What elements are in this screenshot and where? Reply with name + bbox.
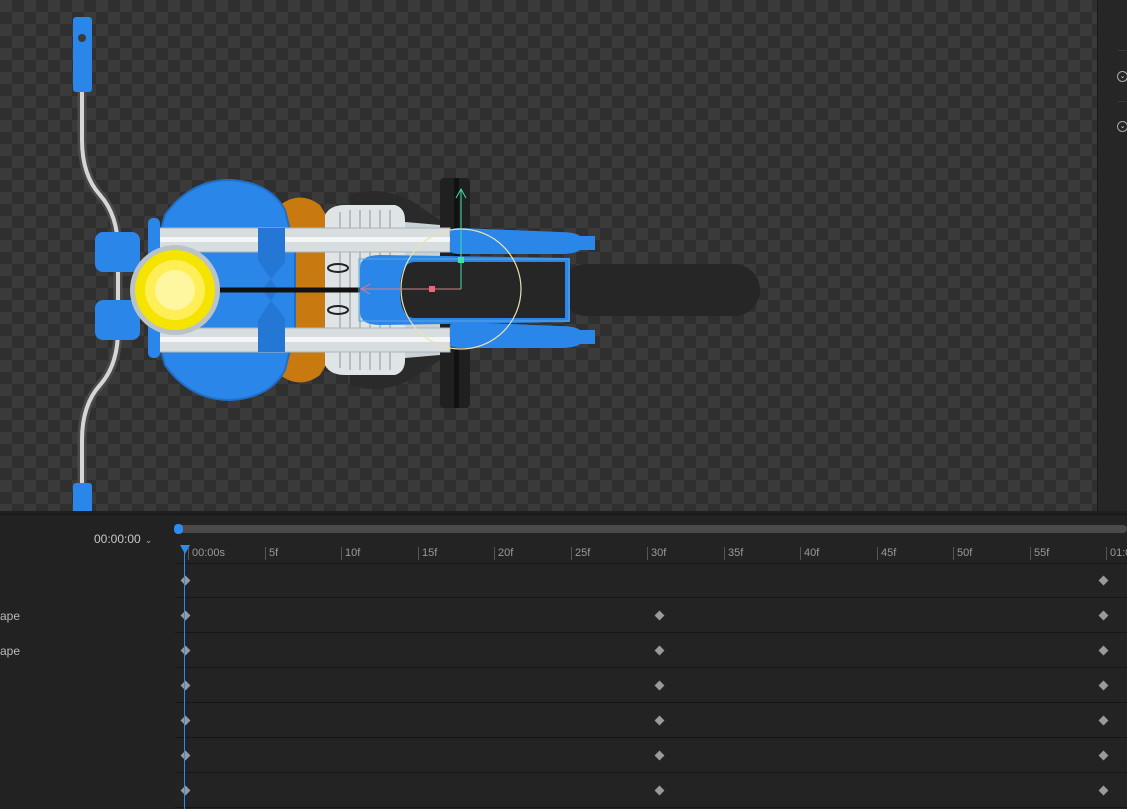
properties-panel: ⌄ ⌄ — [1097, 0, 1127, 511]
keyframe-diamond[interactable] — [1098, 575, 1108, 586]
pivot-handle — [429, 286, 435, 292]
keyframe-tracks[interactable] — [175, 563, 1127, 809]
timeline-panel: 00:00:00 ⌄ ape ape 00:00s 5f 10f 15f 20f … — [0, 514, 1127, 809]
artboard-canvas[interactable] — [0, 0, 1097, 511]
keyframe-diamond[interactable] — [180, 680, 190, 691]
track-row[interactable] — [175, 563, 1127, 598]
ruler-tick: 20f — [494, 547, 513, 560]
track-row[interactable] — [175, 668, 1127, 703]
track-row[interactable] — [175, 773, 1127, 808]
ruler-tick: 10f — [341, 547, 360, 560]
ruler-tick: 45f — [877, 547, 896, 560]
keyframe-diamond[interactable] — [654, 645, 665, 656]
playhead[interactable] — [184, 547, 185, 809]
ruler-tick: 25f — [571, 547, 590, 560]
track-row[interactable] — [175, 598, 1127, 633]
motorcycle-illustration[interactable] — [0, 0, 1097, 511]
ruler-tick: 5f — [265, 547, 278, 560]
playhead-handle[interactable] — [180, 545, 190, 554]
layer-name-3[interactable]: ape — [0, 644, 20, 658]
left-grip — [73, 17, 92, 92]
keyframe-diamond[interactable] — [1098, 750, 1108, 761]
keyframe-diamond[interactable] — [654, 750, 665, 761]
keyframe-diamond[interactable] — [180, 785, 190, 796]
keyframe-diamond[interactable] — [654, 680, 665, 691]
ruler-tick: 01:0 — [1106, 547, 1127, 560]
ruler-tick: 30f — [647, 547, 666, 560]
anchor-handle — [458, 257, 464, 263]
panel-divider — [1118, 101, 1127, 102]
keyframe-diamond[interactable] — [180, 750, 190, 761]
keyframe-diamond[interactable] — [180, 575, 190, 586]
keyframe-diamond[interactable] — [180, 645, 190, 656]
ruler-tick: 50f — [953, 547, 972, 560]
chevron-down-icon: ⌄ — [144, 535, 153, 545]
keyframe-diamond[interactable] — [1098, 785, 1108, 796]
layer-list: 00:00:00 ⌄ ape ape — [0, 515, 175, 809]
keyframe-diamond[interactable] — [654, 610, 665, 621]
track-row[interactable] — [175, 738, 1127, 773]
scrub-knob[interactable] — [174, 524, 183, 534]
panel-divider — [1118, 50, 1127, 51]
current-time-dropdown[interactable]: 00:00:00 ⌄ — [94, 532, 152, 546]
rear-tire — [560, 264, 760, 316]
right-grip — [73, 483, 92, 511]
time-ruler[interactable]: 00:00s 5f 10f 15f 20f 25f 30f 35f 40f 45… — [175, 543, 1127, 564]
ruler-tick: 55f — [1030, 547, 1049, 560]
keyframe-diamond[interactable] — [1098, 680, 1108, 691]
track-row[interactable] — [175, 703, 1127, 738]
keyframe-diamond[interactable] — [1098, 715, 1108, 726]
current-time: 00:00:00 — [94, 532, 141, 546]
keyframe-diamond[interactable] — [1098, 645, 1108, 656]
ruler-tick: 15f — [418, 547, 437, 560]
track-row[interactable] — [175, 633, 1127, 668]
ruler-tick: 00:00s — [188, 547, 225, 560]
keyframe-diamond[interactable] — [1098, 610, 1108, 621]
keyframe-diamond[interactable] — [654, 785, 665, 796]
seat — [400, 262, 565, 318]
ruler-tick: 40f — [800, 547, 819, 560]
expand-chevron-icon[interactable]: ⌄ — [1117, 121, 1127, 132]
scrub-bar[interactable] — [177, 525, 1127, 533]
layer-name-2[interactable]: ape — [0, 609, 20, 623]
ruler-tick: 35f — [724, 547, 743, 560]
expand-chevron-icon[interactable]: ⌄ — [1117, 71, 1127, 82]
keyframe-diamond[interactable] — [654, 715, 665, 726]
keyframe-diamond[interactable] — [180, 610, 190, 621]
keyframe-diamond[interactable] — [180, 715, 190, 726]
